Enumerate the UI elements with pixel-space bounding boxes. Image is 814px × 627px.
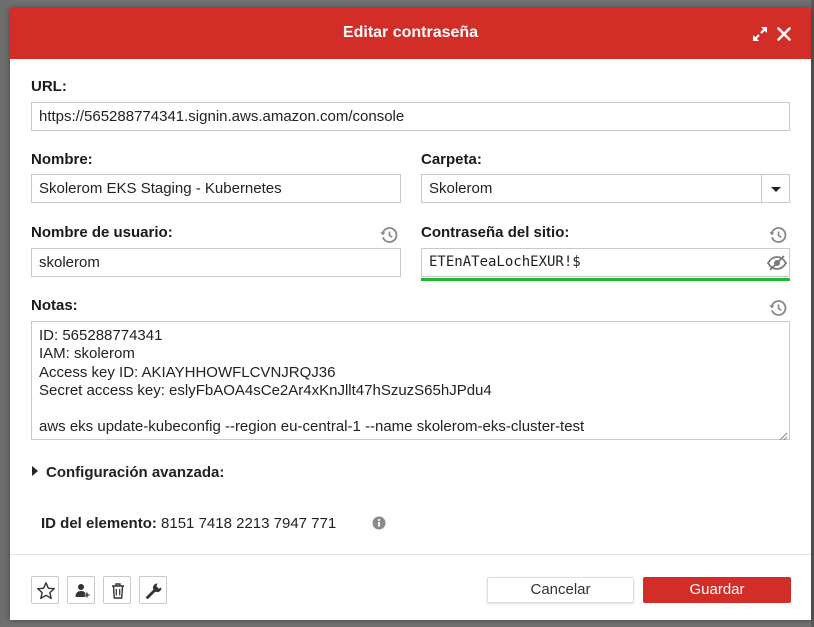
edit-password-dialog: Editar contraseña URL: https://565288774… [10,8,811,620]
share-button[interactable] [67,576,95,604]
star-icon [37,582,55,600]
notes-line: IAM: skolerom [39,345,135,363]
cancel-button[interactable]: Cancelar [487,577,634,603]
notes-textarea[interactable]: ID: 565288774341 IAM: skolerom Access ke… [31,321,790,440]
username-input[interactable]: skolerom [31,248,401,277]
notes-history-icon[interactable] [768,298,788,318]
password-strength-bar [421,278,790,281]
notes-line: Access key ID: AKIAYHHOWFLCVNJRQJ36 [39,363,336,381]
notes-line: aws eks update-kubeconfig --region eu-ce… [39,418,585,436]
name-label: Nombre: [31,151,93,168]
notes-line: Secret access key: eslyFbAOA4sCe2Ar4xKnJ… [39,381,492,399]
advanced-settings-label: Configuración avanzada: [46,464,225,481]
password-history-icon[interactable] [768,225,788,245]
url-input[interactable]: https://565288774341.signin.aws.amazon.c… [31,102,790,131]
name-input[interactable]: Skolerom EKS Staging - Kubernetes [31,174,401,203]
wrench-icon [146,583,162,599]
folder-select[interactable]: Skolerom [421,174,790,203]
expand-icon[interactable] [750,24,770,44]
favorite-button[interactable] [31,576,59,604]
trash-icon [112,583,124,599]
password-input[interactable]: ETEnATeaLochEXUR!$ [421,248,790,277]
advanced-settings-toggle[interactable]: Configuración avanzada: [32,464,224,481]
caret-right-icon [32,466,38,476]
eye-slash-icon[interactable] [766,253,788,273]
notes-line [39,400,782,418]
element-id-value: 8151 7418 2213 7947 771 [161,515,337,532]
resize-grip-icon[interactable] [778,428,788,441]
delete-button[interactable] [103,576,131,604]
element-id-label: ID del elemento: [41,515,157,532]
dialog-title: Editar contraseña [342,24,479,41]
folder-label: Carpeta: [421,151,482,168]
url-label: URL: [31,78,67,95]
username-label: Nombre de usuario: [31,224,173,241]
save-button[interactable]: Guardar [643,577,791,603]
dialog-titlebar: Editar contraseña [10,8,811,59]
background-left [0,0,10,627]
notes-label: Notas: [31,297,78,314]
notes-line: ID: 565288774341 [39,327,163,344]
element-id: ID del elemento: 8151 7418 2213 7947 771 [41,515,336,532]
footer-divider [10,554,811,555]
password-label: Contraseña del sitio: [421,224,570,241]
tools-button[interactable] [139,576,167,604]
share-user-icon [75,584,90,598]
username-history-icon[interactable] [379,225,399,245]
folder-dropdown-button[interactable] [761,175,789,202]
info-icon[interactable] [372,516,386,530]
close-icon[interactable] [774,24,794,44]
